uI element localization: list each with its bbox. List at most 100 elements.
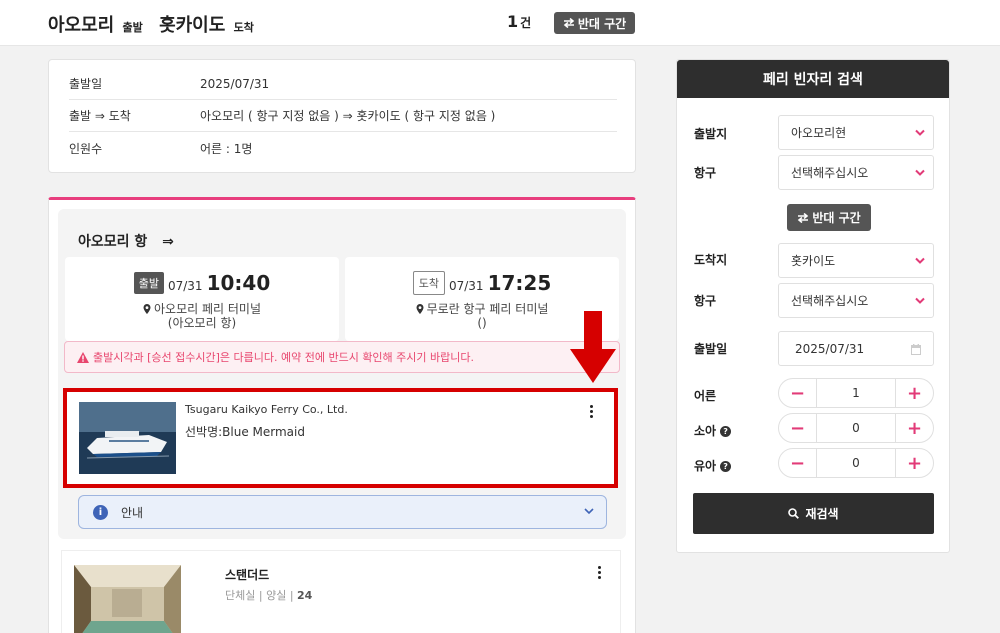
ferry-search-panel: 페리 빈자리 검색 출발지 아오모리현 항구 선택해주십시오 반대 구간 도착지… [676, 59, 950, 553]
chevron-down-icon [915, 129, 925, 136]
adult-label: 어른 [694, 389, 717, 403]
arrival-port-value: 선택해주십시오 [791, 294, 869, 308]
departure-select[interactable]: 아오모리현 [778, 115, 934, 150]
departure-port-label: 항구 [694, 166, 717, 180]
arrival-select-value: 홋카이도 [791, 254, 836, 268]
calendar-icon [911, 344, 921, 355]
arrival-port-select[interactable]: 선택해주십시오 [778, 283, 934, 318]
adult-count: 1 [852, 386, 860, 400]
chevron-down-icon [584, 508, 594, 515]
date-input[interactable]: 2025/07/31 [778, 331, 934, 366]
child-label-group: 소아? [694, 422, 732, 439]
departure-card: 출발 07/31 10:40 아오모리 페리 터미널 (아오모리 항) [65, 257, 339, 341]
route-title: 아오모리 출발 홋카이도 도착 [48, 11, 264, 37]
top-bar: 아오모리 출발 홋카이도 도착 1건 반대 구간 [0, 0, 1000, 46]
arrival-date: 07/31 [448, 279, 484, 293]
room-meta: 단체실 | 양실 | 24 [225, 589, 313, 602]
summary-row: 인원수 어른 : 1명 [69, 132, 617, 164]
voyage-box: 아오모리 항 ⇒ 출발 07/31 10:40 아오모리 페리 터미널 (아오모… [58, 209, 626, 539]
departure-time: 10:40 [206, 271, 271, 295]
research-button[interactable]: 재검색 [693, 493, 934, 534]
search-icon [788, 508, 800, 519]
summary-label: 인원수 [69, 141, 103, 156]
summary-value: 아오모리 ( 항구 지정 없음 ) ⇒ 홋카이도 ( 항구 지정 없음 ) [200, 109, 496, 123]
departure-port-select[interactable]: 선택해주십시오 [778, 155, 934, 190]
infant-count: 0 [852, 456, 860, 470]
swap-icon [798, 212, 809, 223]
summary-row: 출발 ⇒ 도착 아오모리 ( 항구 지정 없음 ) ⇒ 홋카이도 ( 항구 지정… [69, 100, 617, 132]
header-reverse-label: 반대 구간 [577, 16, 627, 31]
arrival-time: 17:25 [487, 271, 552, 295]
port-title: 아오모리 항 ⇒ [78, 231, 174, 251]
infant-label-group: 유아? [694, 457, 732, 474]
ship-company: Tsugaru Kaikyo Ferry Co., Ltd. [185, 403, 348, 416]
date-input-value: 2025/07/31 [795, 341, 865, 356]
info-accordion[interactable]: i 안내 [78, 495, 607, 529]
arrival-badge: 도착 [412, 271, 445, 295]
warning-text: 출발시각과 [승선 접수시간]은 다릅니다. 예약 전에 반드시 확인해 주시기… [93, 351, 475, 364]
adult-plus-button[interactable]: + [895, 379, 933, 407]
chevron-down-icon [915, 169, 925, 176]
infant-plus-button[interactable]: + [895, 449, 933, 477]
infant-label: 유아 [694, 459, 717, 473]
arrival-label: 도착지 [694, 253, 728, 267]
chevron-down-icon [915, 297, 925, 304]
count-unit: 건 [520, 16, 532, 30]
room-photo [74, 565, 181, 633]
origin-name: 아오모리 [48, 15, 115, 36]
ship-info-highlight[interactable]: Tsugaru Kaikyo Ferry Co., Ltd. 선박명:Blue … [63, 388, 618, 488]
ship-more-icon[interactable] [590, 405, 594, 419]
swap-icon [563, 18, 575, 28]
destination-name: 홋카이도 [159, 15, 226, 36]
infant-minus-button[interactable]: − [779, 449, 817, 477]
result-count: 1건 [507, 12, 531, 31]
info-icon: i [93, 504, 108, 520]
search-reverse-button[interactable]: 반대 구간 [787, 204, 871, 231]
help-icon[interactable]: ? [720, 426, 732, 437]
header-reverse-button[interactable]: 반대 구간 [554, 12, 635, 34]
location-pin-icon [143, 304, 151, 314]
adult-minus-button[interactable]: − [779, 379, 817, 407]
count-number: 1 [507, 12, 519, 31]
research-button-label: 재검색 [805, 507, 839, 521]
departure-select-value: 아오모리현 [791, 126, 847, 140]
arrival-terminal: 무로란 항구 페리 터미널 [426, 302, 549, 316]
info-accordion-label: 안내 [121, 505, 144, 520]
departure-port-value: 선택해주십시오 [791, 166, 869, 180]
room-capacity: 24 [297, 589, 313, 602]
child-count: 0 [852, 421, 860, 435]
annotation-arrow-icon [570, 311, 616, 383]
destination-suffix: 도착 [233, 21, 254, 34]
summary-label: 출발 ⇒ 도착 [69, 109, 131, 123]
date-label: 출발일 [694, 342, 728, 356]
summary-row: 출발일 2025/07/31 [69, 68, 617, 100]
summary-value: 2025/07/31 [200, 76, 270, 91]
help-icon[interactable]: ? [720, 461, 732, 472]
departure-label: 출발지 [694, 127, 728, 141]
summary-value: 어른 : 1명 [200, 141, 253, 156]
ship-name: 선박명:Blue Mermaid [185, 425, 305, 439]
origin-suffix: 출발 [122, 21, 143, 34]
room-style: 양실 [266, 589, 287, 602]
port-arrow: ⇒ [162, 234, 174, 250]
ship-photo [79, 402, 176, 474]
result-panel: 아오모리 항 ⇒ 출발 07/31 10:40 아오모리 페리 터미널 (아오모… [48, 197, 636, 633]
departure-terminal: 아오모리 페리 터미널 [154, 302, 261, 316]
search-summary-card: 출발일 2025/07/31 출발 ⇒ 도착 아오모리 ( 항구 지정 없음 )… [48, 59, 636, 173]
child-minus-button[interactable]: − [779, 414, 817, 442]
arrival-select[interactable]: 홋카이도 [778, 243, 934, 278]
room-card[interactable]: 스탠더드 단체실 | 양실 | 24 [61, 550, 621, 633]
departure-terminal-sub: (아오모리 항) [167, 316, 237, 330]
arrival-port-label: 항구 [694, 294, 717, 308]
room-title: 스탠더드 [225, 568, 270, 582]
child-label: 소아 [694, 424, 717, 438]
room-more-icon[interactable] [598, 566, 602, 580]
infant-stepper: − 0 + [778, 448, 934, 478]
departure-date: 07/31 [167, 279, 203, 293]
warning-icon [77, 351, 89, 363]
child-plus-button[interactable]: + [895, 414, 933, 442]
warning-banner: 출발시각과 [승선 접수시간]은 다릅니다. 예약 전에 반드시 확인해 주시기… [64, 341, 620, 373]
port-name: 아오모리 항 [78, 234, 148, 250]
departure-badge: 출발 [133, 272, 164, 294]
chevron-down-icon [915, 257, 925, 264]
